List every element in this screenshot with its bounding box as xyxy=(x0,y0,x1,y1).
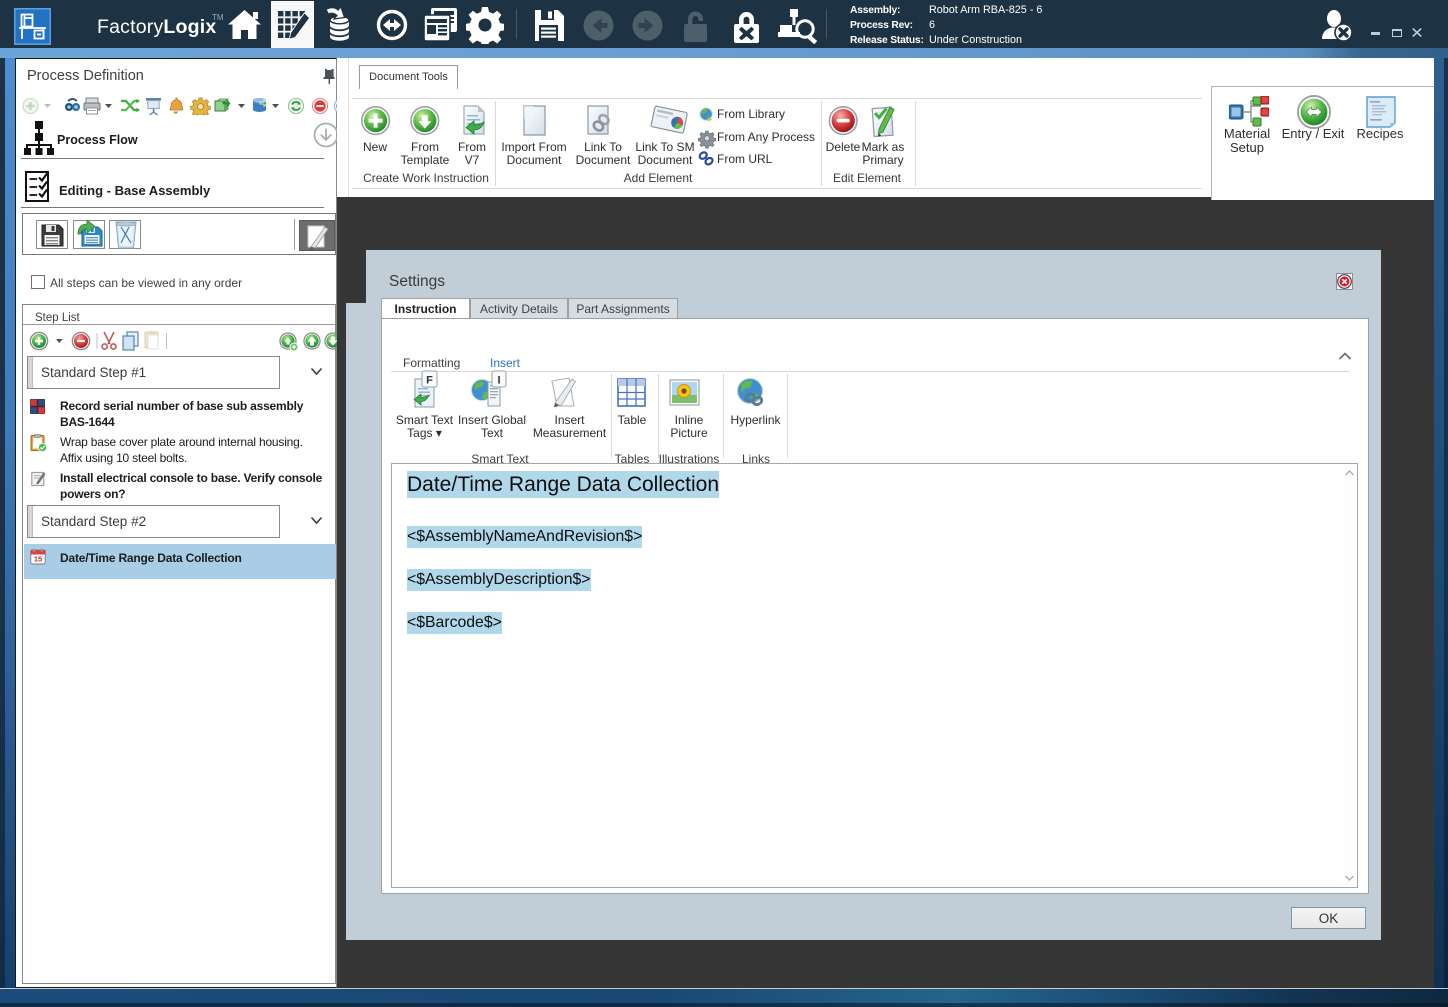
svg-text:F: F xyxy=(426,375,433,387)
svg-text:15: 15 xyxy=(34,555,42,564)
svg-text:I: I xyxy=(497,375,500,387)
